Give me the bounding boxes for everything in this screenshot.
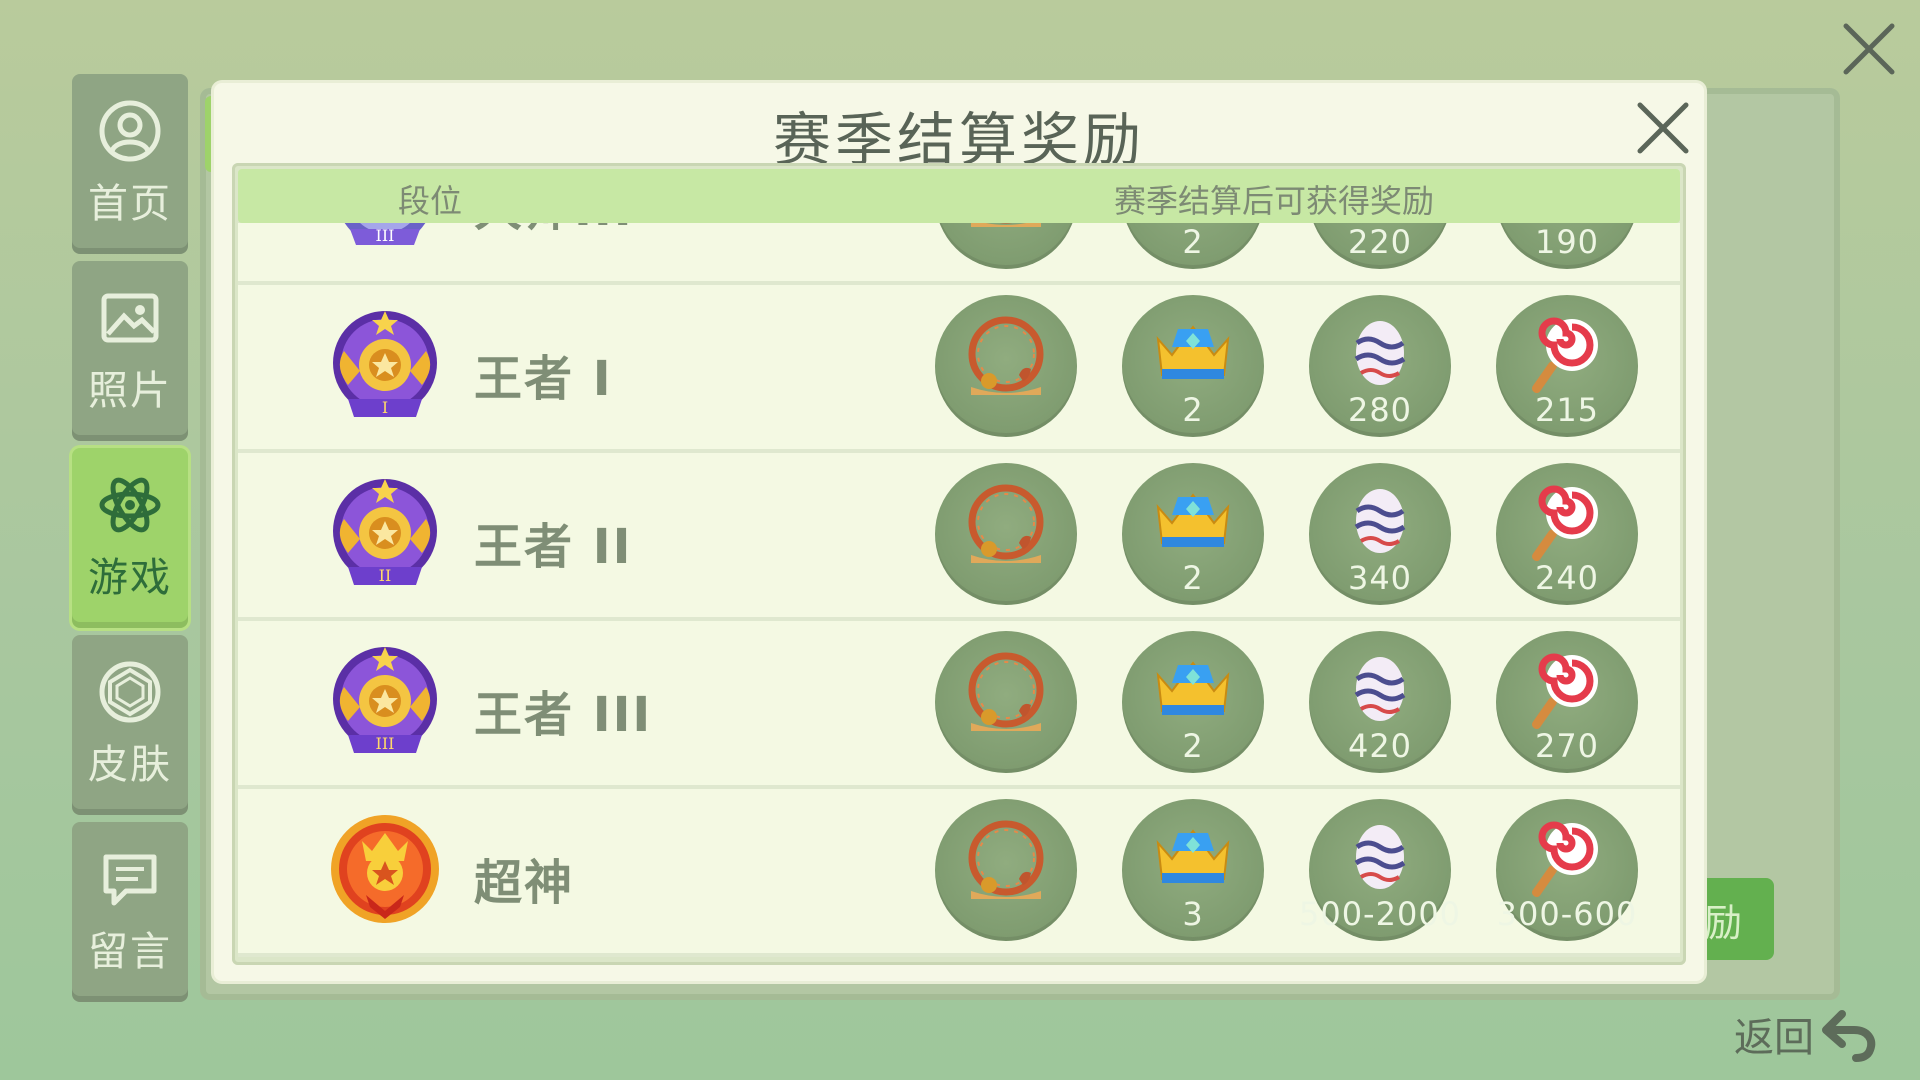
candy-reward[interactable]: 240 [1496, 463, 1638, 605]
close-icon[interactable] [1634, 99, 1692, 157]
rank-name: 王者 II [474, 519, 633, 575]
svg-text:III: III [376, 734, 395, 753]
crown-reward[interactable]: 2 [1122, 295, 1264, 437]
crown-reward[interactable]: 2 [1122, 631, 1264, 773]
king-badge-icon: III [333, 647, 437, 753]
svg-text:I: I [382, 398, 388, 417]
king-badge-icon: I [333, 311, 437, 417]
close-icon[interactable] [1840, 20, 1898, 78]
lollipop-icon [1531, 821, 1598, 898]
crown-reward[interactable]: 2 [1122, 223, 1264, 269]
rank-name: 王者 I [474, 351, 613, 407]
wreath-frame-icon [968, 316, 1044, 395]
crown-icon [1156, 493, 1230, 547]
reward-count: 270 [1534, 727, 1600, 765]
reward-count: 2 [1182, 223, 1204, 261]
candy-reward[interactable]: 270 [1496, 631, 1638, 773]
reward-count: 500-2000 [1298, 895, 1462, 933]
nav-label: 首页 [88, 181, 172, 227]
super-god-badge-icon [331, 815, 439, 923]
back-button[interactable]: 返回 [1734, 1005, 1880, 1063]
table-row: II 王者 II 2 340 240 [238, 453, 1680, 621]
lollipop-icon [1531, 653, 1598, 730]
svg-text:II: II [379, 566, 392, 585]
egg-icon [1354, 657, 1406, 721]
nav-label: 皮肤 [88, 742, 172, 788]
reward-count: 215 [1534, 391, 1600, 429]
candy-reward[interactable]: 215 [1496, 295, 1638, 437]
column-header-rank: 段位 [398, 182, 463, 220]
wreath-frame-icon [968, 484, 1044, 563]
nav-item-home[interactable]: 首页 [72, 74, 188, 254]
reward-count: 240 [1534, 559, 1600, 597]
rank-name: 王者 III [474, 687, 653, 743]
table-row: III 大师III 2 220 190 [238, 223, 1680, 285]
back-label: 返回 [1734, 1015, 1814, 1061]
nav-item-skins[interactable]: 皮肤 [72, 635, 188, 815]
atom-icon [99, 477, 161, 533]
image-icon [101, 293, 159, 343]
reward-count: 280 [1347, 391, 1413, 429]
avatar-frame-reward[interactable] [935, 631, 1077, 773]
egg-reward[interactable]: 220 [1309, 223, 1451, 269]
avatar-frame-reward[interactable] [935, 295, 1077, 437]
egg-reward[interactable]: 500-2000 [1299, 799, 1460, 941]
egg-icon [1354, 825, 1406, 889]
nav-item-messages[interactable]: 留言 [72, 822, 188, 1002]
reward-count: 3 [1182, 895, 1204, 933]
column-header-rewards: 赛季结算后可获得奖励 [1114, 182, 1435, 220]
crown-icon [1156, 829, 1230, 883]
rank-name: 大师III [474, 223, 634, 239]
message-icon [103, 854, 157, 906]
avatar-frame-reward[interactable] [935, 799, 1077, 941]
crown-icon [1156, 661, 1230, 715]
reward-rows[interactable]: III 大师III 2 220 190 [238, 223, 1680, 965]
user-icon [99, 100, 161, 162]
crown-icon [1156, 325, 1230, 379]
reward-count: 2 [1182, 391, 1204, 429]
reward-count: 220 [1347, 223, 1413, 261]
nav-item-photos[interactable]: 照片 [72, 261, 188, 441]
candy-reward[interactable]: 300-600 [1496, 799, 1638, 941]
table-row: I 王者 I 2 280 215 [238, 285, 1680, 453]
avatar-frame-reward[interactable] [935, 463, 1077, 605]
rank-badge-icon: III [344, 223, 426, 245]
reward-count: 190 [1534, 223, 1600, 261]
lollipop-icon [1531, 317, 1598, 394]
svg-text:III: III [376, 226, 395, 245]
crown-reward[interactable]: 2 [1122, 463, 1264, 605]
egg-icon [1354, 321, 1406, 385]
background-reward-button[interactable]: 励 [1704, 878, 1774, 960]
reward-table[interactable]: III 大师III 2 220 190 [232, 163, 1686, 965]
table-row: 超神 3 500-2000 300-600 [238, 789, 1680, 957]
gem-icon [99, 661, 161, 723]
nav-item-games[interactable]: 游戏 [72, 448, 188, 628]
egg-reward[interactable]: 280 [1309, 295, 1451, 437]
nav-label: 照片 [88, 368, 172, 414]
back-arrow-icon [1822, 1010, 1876, 1062]
avatar-frame-reward[interactable] [935, 223, 1077, 269]
lollipop-icon [1531, 485, 1598, 562]
wreath-frame-icon [971, 223, 1041, 227]
table-row: III 王者 III 2 420 270 [238, 621, 1680, 789]
nav-label: 游戏 [88, 555, 172, 601]
nav-label: 留言 [88, 929, 172, 975]
candy-reward[interactable]: 190 [1496, 223, 1638, 269]
background-button-label: 励 [1704, 900, 1743, 945]
crown-reward[interactable]: 3 [1122, 799, 1264, 941]
reward-count: 340 [1347, 559, 1413, 597]
rank-name: 超神 [474, 855, 575, 911]
egg-reward[interactable]: 420 [1309, 631, 1451, 773]
reward-count: 420 [1347, 727, 1413, 765]
king-badge-icon: II [333, 479, 437, 585]
reward-count: 2 [1182, 559, 1204, 597]
season-reward-modal: 赛季结算奖励 III 大师III [214, 83, 1704, 981]
table-header: 段位 赛季结算后可获得奖励 [238, 169, 1680, 223]
wreath-frame-icon [968, 652, 1044, 731]
reward-count: 300-600 [1496, 895, 1638, 933]
egg-reward[interactable]: 340 [1309, 463, 1451, 605]
wreath-frame-icon [968, 820, 1044, 899]
egg-icon [1354, 489, 1406, 553]
reward-count: 2 [1182, 727, 1204, 765]
